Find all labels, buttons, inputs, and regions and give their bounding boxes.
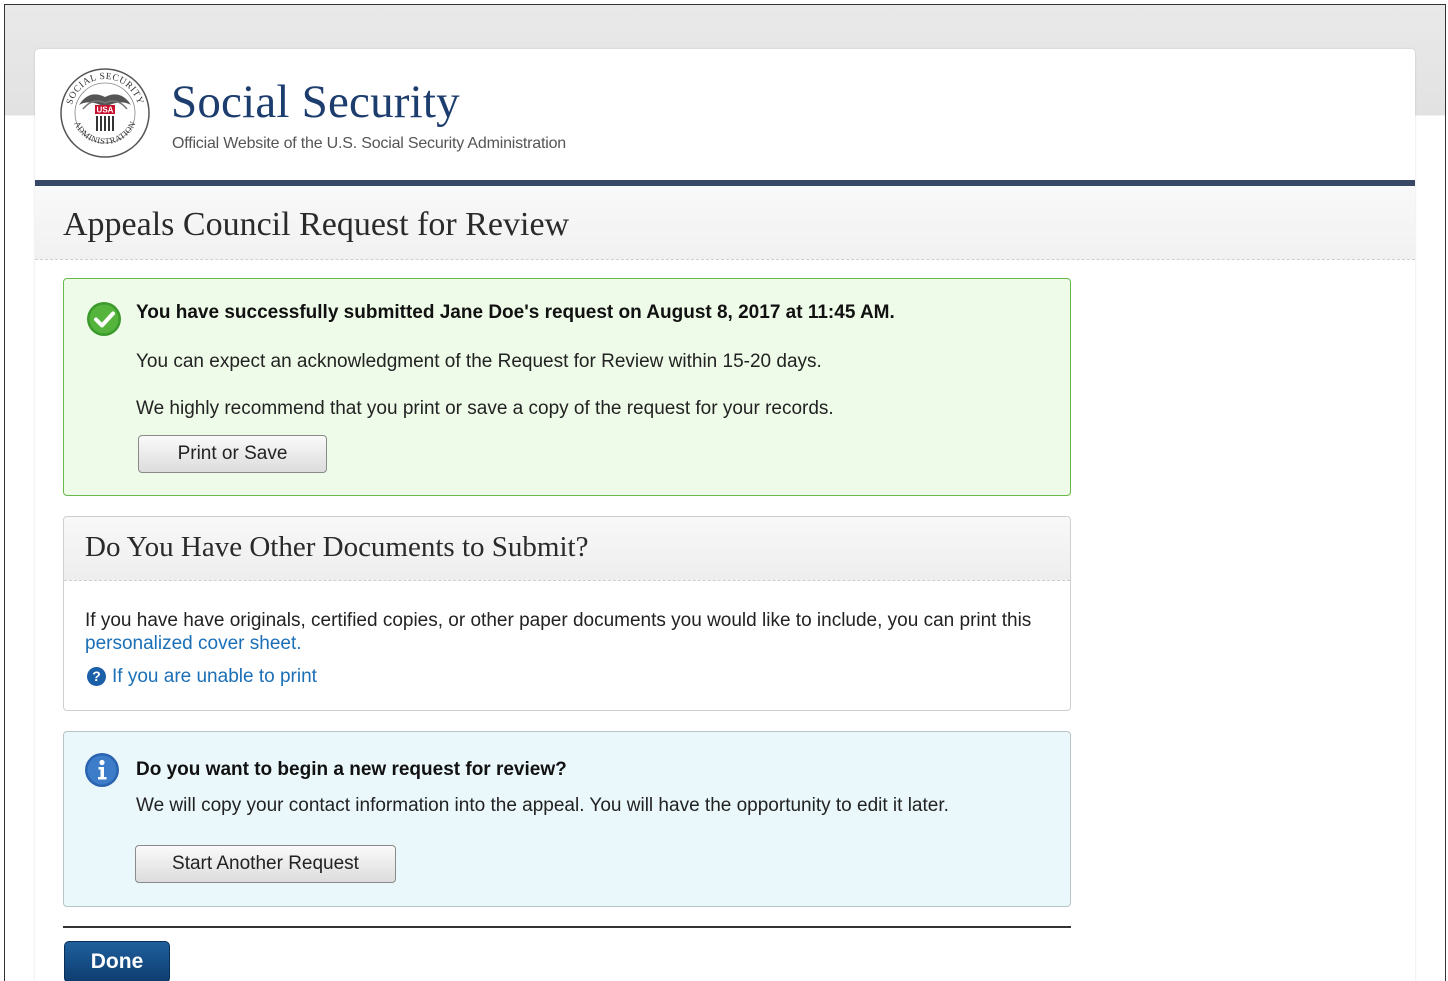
site-subtitle: Official Website of the U.S. Social Secu…	[172, 135, 567, 152]
new-request-heading: Do you want to begin a new request for r…	[136, 759, 567, 780]
new-request-info-panel: Do you want to begin a new request for r…	[63, 731, 1071, 907]
new-request-text: We will copy your contact information in…	[136, 795, 949, 816]
print-or-save-button[interactable]: Print or Save	[138, 435, 327, 473]
unable-to-print-help[interactable]: ? If you are unable to print	[87, 666, 317, 688]
other-documents-panel: Do You Have Other Documents to Submit? I…	[63, 516, 1071, 711]
question-help-icon[interactable]: ?	[87, 667, 106, 686]
success-heading: You have successfully submitted Jane Doe…	[136, 302, 895, 323]
other-documents-description: If you have have originals, certified co…	[85, 610, 1032, 631]
unable-to-print-link[interactable]: If you are unable to print	[112, 666, 317, 687]
done-button[interactable]: Done	[64, 941, 170, 981]
svg-text:USA: USA	[97, 106, 114, 115]
print-recommendation-text: We highly recommend that you print or sa…	[136, 398, 834, 419]
success-check-icon	[87, 302, 121, 336]
ssa-seal-logo[interactable]: SOCIAL SECURITY ADMINISTRATION USA	[59, 67, 151, 159]
start-another-request-button[interactable]: Start Another Request	[135, 845, 396, 883]
other-documents-header: Do You Have Other Documents to Submit?	[64, 517, 1070, 581]
other-documents-title: Do You Have Other Documents to Submit?	[85, 531, 589, 563]
footer-divider	[63, 926, 1071, 928]
site-header: SOCIAL SECURITY ADMINISTRATION USA Socia…	[35, 49, 1415, 186]
acknowledgment-text: You can expect an acknowledgment of the …	[136, 351, 822, 372]
info-icon	[85, 753, 119, 787]
page-title-bar: Appeals Council Request for Review	[35, 186, 1415, 260]
page-title: Appeals Council Request for Review	[63, 206, 570, 243]
site-title[interactable]: Social Security	[171, 75, 460, 129]
success-message-panel: You have successfully submitted Jane Doe…	[63, 278, 1071, 496]
page-container: SOCIAL SECURITY ADMINISTRATION USA Socia…	[35, 49, 1415, 981]
browser-viewport: SOCIAL SECURITY ADMINISTRATION USA Socia…	[4, 4, 1446, 981]
cover-sheet-link[interactable]: personalized cover sheet.	[85, 633, 302, 654]
other-documents-text: If you have have originals, certified co…	[85, 609, 1045, 655]
